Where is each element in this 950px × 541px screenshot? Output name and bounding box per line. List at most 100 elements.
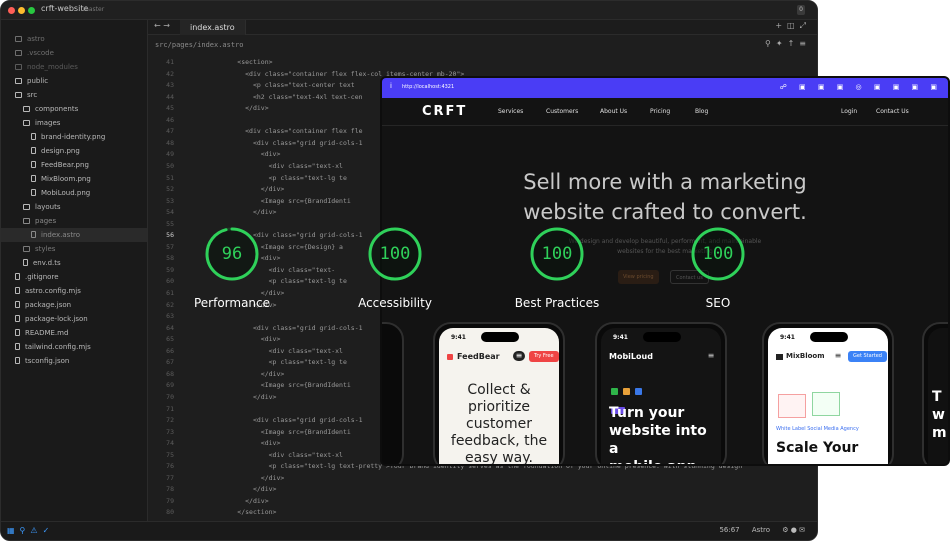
- code-line[interactable]: 78 </div>: [148, 484, 817, 495]
- phone-mockup-left-edge: [382, 322, 404, 464]
- tree-item[interactable]: tailwind.config.mjs: [1, 340, 147, 354]
- nav-contact-us[interactable]: Contact Us: [876, 108, 909, 115]
- status-icons[interactable]: ▦⚲⚠✓: [7, 526, 54, 535]
- menu-icon[interactable]: ≡: [513, 351, 525, 361]
- code-line[interactable]: 79 </div>: [148, 496, 817, 507]
- tree-item[interactable]: index.astro: [1, 228, 147, 242]
- tree-item[interactable]: astro.config.mjs: [1, 284, 147, 298]
- phone-mockup-mixbloom: 9:41 MixBloom ≡ Get Started White Label …: [762, 322, 894, 464]
- tab-actions[interactable]: +◫⤢: [775, 21, 811, 31]
- nav-customers[interactable]: Customers: [546, 108, 578, 115]
- menu-icon[interactable]: ≡: [832, 351, 844, 361]
- settings-icon[interactable]: ⚙ ● ✉: [782, 526, 805, 534]
- headline-line: website into a: [609, 423, 707, 457]
- code-line[interactable]: 77 </div>: [148, 473, 817, 484]
- score-value: 100: [702, 244, 734, 264]
- headline-line: Collect &: [467, 382, 531, 398]
- headline-line: prioritize: [467, 399, 531, 415]
- crft-logo[interactable]: CRFT: [422, 104, 467, 119]
- tree-item-label: index.astro: [41, 231, 81, 239]
- site-navbar: CRFT Services Customers About Us Pricing…: [382, 98, 948, 126]
- trustpilot-badge: [812, 392, 840, 416]
- code-text: <h2 class="text-4xl text-cen: [206, 92, 363, 101]
- hero-subtitle-line-1: We design and develop beautiful, perform…: [568, 238, 762, 245]
- hero-subtitle-line-2: websites for the best marketing: [617, 248, 713, 255]
- line-number: 64: [166, 323, 174, 332]
- tree-item[interactable]: MixBloom.png: [1, 172, 147, 186]
- code-text: <p class="text-center text: [206, 81, 355, 90]
- tree-item[interactable]: design.png: [1, 144, 147, 158]
- tree-item[interactable]: package.json: [1, 298, 147, 312]
- tree-item[interactable]: MobiLoud.png: [1, 186, 147, 200]
- git-branch[interactable]: master: [83, 6, 104, 13]
- editor-tabbar: ← → index.astro +◫⤢: [148, 20, 817, 35]
- tree-item[interactable]: pages: [1, 214, 147, 228]
- tree-item[interactable]: public: [1, 74, 147, 88]
- code-text: <div class="grid grid-cols-1: [206, 416, 363, 425]
- line-number: 55: [166, 219, 174, 228]
- file-icon: [31, 133, 36, 140]
- search-icon[interactable]: ⚲✦↑≡: [765, 39, 811, 48]
- tree-item-label: package.json: [25, 301, 72, 309]
- tree-item[interactable]: README.md: [1, 326, 147, 340]
- tree-item-label: layouts: [35, 203, 61, 211]
- cursor-position[interactable]: 56:67: [719, 526, 739, 534]
- language-mode[interactable]: Astro: [752, 526, 770, 534]
- notification-badge[interactable]: 0: [797, 5, 805, 15]
- tree-item[interactable]: package-lock.json: [1, 312, 147, 326]
- tree-item[interactable]: tsconfig.json: [1, 354, 147, 368]
- tree-item[interactable]: brand-identity.png: [1, 130, 147, 144]
- nav-login[interactable]: Login: [841, 108, 857, 115]
- close-window-button[interactable]: [8, 7, 15, 14]
- tree-item[interactable]: layouts: [1, 200, 147, 214]
- tree-item-label: README.md: [25, 329, 69, 337]
- line-number: 67: [166, 358, 174, 367]
- tree-item[interactable]: components: [1, 102, 147, 116]
- code-text: </section>: [206, 508, 277, 517]
- line-number: 65: [166, 335, 174, 344]
- tree-item-label: astro.config.mjs: [25, 287, 81, 295]
- menu-icon[interactable]: ≡: [705, 351, 717, 361]
- nav-about-us[interactable]: About Us: [600, 108, 627, 115]
- folder-icon: [23, 120, 30, 126]
- tree-item[interactable]: node_modules: [1, 60, 147, 74]
- code-line[interactable]: 80 </section>: [148, 507, 817, 518]
- tree-item[interactable]: images: [1, 116, 147, 130]
- nav-pricing[interactable]: Pricing: [650, 108, 670, 115]
- project-title: crft-website: [41, 4, 89, 13]
- tab-index-astro[interactable]: index.astro: [180, 20, 246, 35]
- file-icon: [31, 175, 36, 182]
- tree-item[interactable]: FeedBear.png: [1, 158, 147, 172]
- tree-item[interactable]: astro: [1, 32, 147, 46]
- line-number: 57: [166, 242, 174, 251]
- tree-item[interactable]: .gitignore: [1, 270, 147, 284]
- minimize-window-button[interactable]: [18, 7, 25, 14]
- phone-screen: 9:41 MobiLoud ≡ Turn your website into a…: [601, 328, 721, 464]
- folder-icon: [23, 204, 30, 210]
- file-path[interactable]: src/pages/index.astro: [155, 41, 244, 49]
- info-icon[interactable]: i: [390, 82, 392, 90]
- g2-badge: [778, 394, 806, 418]
- phone-time: 9:41: [613, 334, 628, 341]
- tree-item[interactable]: styles: [1, 242, 147, 256]
- nav-services[interactable]: Services: [498, 108, 523, 115]
- back-arrow-icon[interactable]: ← →: [154, 21, 170, 30]
- code-line[interactable]: 41 <section>: [148, 57, 817, 68]
- phone-time: 9:41: [780, 334, 795, 341]
- headline-line: customer: [466, 416, 532, 432]
- tree-item-label: MixBloom.png: [41, 175, 91, 183]
- tree-item[interactable]: env.d.ts: [1, 256, 147, 270]
- tree-item[interactable]: .vscode: [1, 46, 147, 60]
- status-right: 56:67 Astro ⚙ ● ✉: [709, 526, 805, 534]
- view-pricing-button[interactable]: View pricing: [618, 270, 659, 284]
- code-text: <div class="grid grid-cols-1: [206, 138, 363, 147]
- browser-toolbar-icons[interactable]: ☍ ▣ ▣ ▣ ◎ ▣ ▣ ▣ ▣: [780, 83, 942, 91]
- get-started-button[interactable]: Get Started: [848, 351, 887, 362]
- nav-blog[interactable]: Blog: [695, 108, 708, 115]
- tree-item[interactable]: src: [1, 88, 147, 102]
- try-free-button[interactable]: Try Free: [529, 351, 559, 362]
- browser-window: i http://localhost:4321 ☍ ▣ ▣ ▣ ◎ ▣ ▣ ▣ …: [380, 76, 950, 466]
- maximize-window-button[interactable]: [28, 7, 35, 14]
- url-text[interactable]: http://localhost:4321: [402, 84, 454, 90]
- code-text: <div class="text-xl: [206, 346, 343, 355]
